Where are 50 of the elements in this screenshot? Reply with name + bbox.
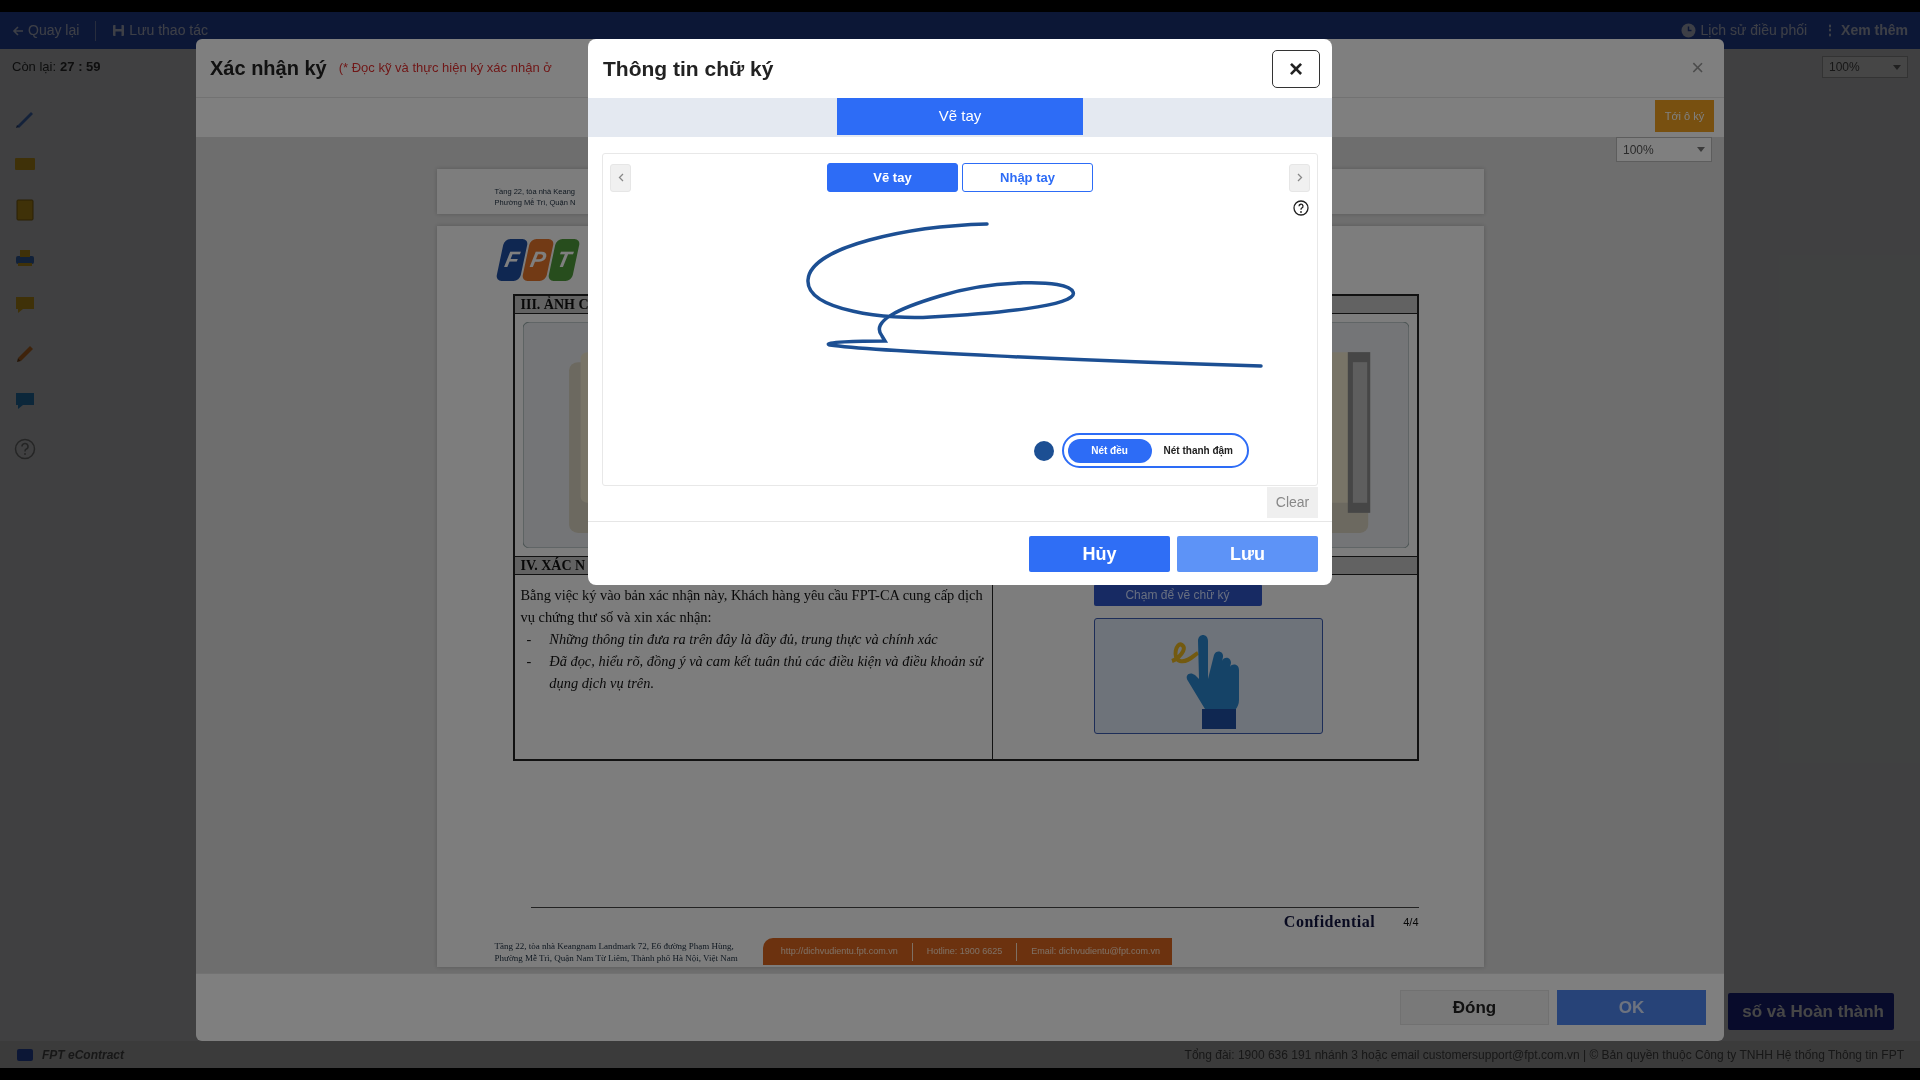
zoom-value: 100% (1623, 141, 1654, 159)
tooltip: Chạm để vẽ chữ ký (1093, 584, 1262, 606)
address-line: Phường Mễ Trì, Quận Nam Từ Liêm, Thành phố Hà Nội, Việt Nam (494, 951, 738, 964)
comment-icon[interactable] (14, 295, 36, 315)
dialog-title: Thông tin chữ ký (603, 55, 774, 82)
close-button[interactable]: Đóng (1400, 990, 1549, 1025)
close-button[interactable]: × (1272, 49, 1320, 88)
close-button[interactable]: × (1685, 56, 1710, 80)
list-item: Những thông tin đưa ra trên đây là đầy đủ, trung thực và chính xác (549, 630, 938, 649)
logo-letter: T (547, 239, 580, 281)
contact-text: http://dichvudientu.fpt.com.vn (780, 944, 898, 958)
cancel-button[interactable]: Hủy (1029, 536, 1170, 572)
page-number: 4/4 (1403, 914, 1419, 930)
signature-box[interactable] (1093, 618, 1323, 734)
next-button[interactable] (1289, 163, 1310, 192)
chat-icon[interactable] (14, 391, 36, 411)
mode-tab[interactable]: Vẽ tay (837, 98, 1083, 135)
instruction-note: (* Đọc kỹ và thực hiện ký xác nhận ở (338, 59, 552, 78)
pen-color-swatch[interactable] (1033, 440, 1054, 461)
mode-toggle[interactable]: Nhập tay (962, 163, 1093, 192)
help-icon[interactable] (1293, 200, 1309, 216)
dialog-title: Xác nhận ký (210, 56, 327, 81)
zoom-select[interactable]: 100% (1616, 137, 1712, 162)
stroke-option[interactable]: Nét đều (1067, 438, 1152, 463)
caret-icon (1697, 147, 1705, 152)
arrow-left-icon (12, 24, 24, 37)
save-button[interactable]: Lưu (1177, 536, 1318, 572)
stamp-icon[interactable] (14, 248, 36, 268)
chevron-right-icon (1296, 173, 1303, 182)
previous-button[interactable] (610, 163, 631, 192)
clear-button[interactable]: Clear (1267, 487, 1318, 518)
ok-button[interactable]: OK (1557, 990, 1706, 1025)
more-icon: ⋮ (1823, 20, 1838, 41)
contact-text: Hotline: 1900 6625 (926, 944, 1003, 958)
address-line: Tầng 22, tòa nhà Keangnam Landmark 72, E6 đường Phạm Hùng, (494, 939, 734, 952)
logo-icon (16, 1047, 34, 1062)
paragraph: Bằng việc ký vào bản xác nhận này, Khách hàng yêu cầu FPT-CA cung cấp dịch vụ chứng thư số và xin xác nhận: (520, 586, 984, 627)
clock-icon (1681, 23, 1697, 38)
chevron-left-icon (617, 173, 624, 182)
note-icon[interactable] (16, 199, 34, 221)
caret-icon (1893, 64, 1901, 70)
logo-letter: F (495, 239, 528, 281)
footer-label: Confidential (1283, 912, 1376, 932)
bullet-mark: - (526, 652, 532, 671)
contact-text: Email: dichvudientu@fpt.com.vn (1031, 944, 1161, 958)
list-item: Đã đọc, hiểu rõ, đồng ý và cam kết tuân thủ các điều kiện và điều khoản sử dụng dịch vụ trên. (549, 652, 985, 693)
mode-toggle[interactable]: Vẽ tay (827, 163, 958, 192)
signature-pad[interactable]: Vẽ tay Nhập tay Nét đều Nét thanh đậm (602, 153, 1318, 486)
bullet-mark: - (526, 630, 532, 649)
rectangle-icon[interactable] (14, 156, 36, 172)
